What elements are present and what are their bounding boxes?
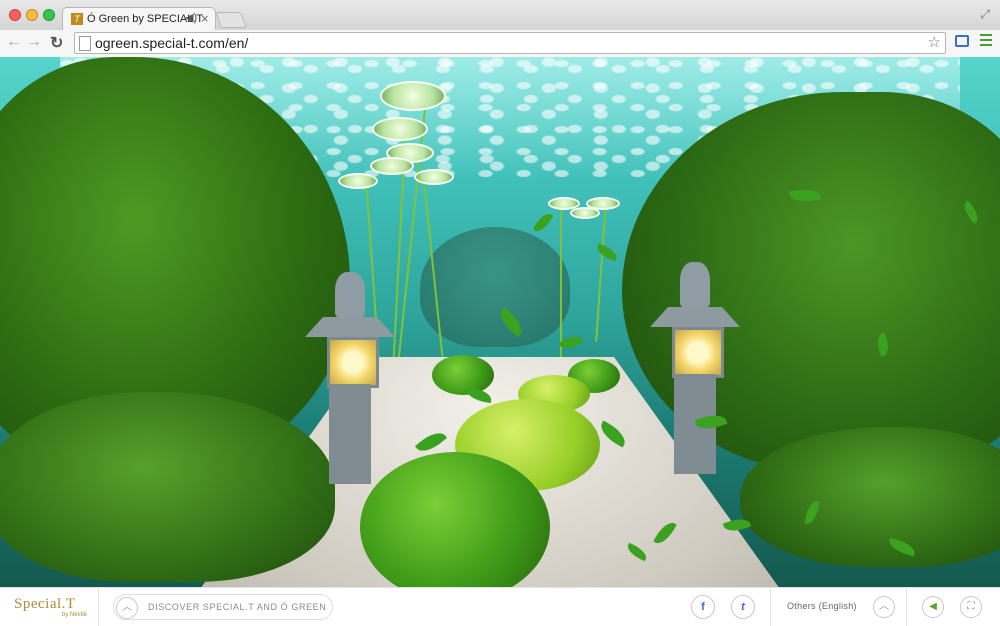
- bookmark-star-icon[interactable]: ☆: [928, 33, 941, 51]
- lantern-light: [327, 337, 379, 388]
- speaker-icon[interactable]: ◀): [185, 11, 197, 24]
- fullscreen-arrows-icon[interactable]: ⤢: [980, 7, 990, 22]
- reload-icon[interactable]: ↻: [50, 33, 63, 53]
- forward-arrow-icon[interactable]: →: [26, 33, 42, 51]
- nestle-sublogo: by Nestlé: [62, 612, 88, 618]
- stone-lantern-right[interactable]: [650, 252, 740, 474]
- cast-icon[interactable]: [955, 35, 969, 47]
- special-t-logo[interactable]: Special.T: [14, 596, 76, 613]
- divider: [98, 588, 99, 626]
- discover-button[interactable]: ︿ DISCOVER SPECIAL.T AND Ó GREEN: [113, 594, 333, 620]
- facebook-button[interactable]: f: [691, 595, 715, 619]
- lily-pad: [414, 169, 454, 185]
- divider: [770, 588, 771, 626]
- floating-leaf: [594, 243, 620, 262]
- sound-toggle-icon[interactable]: ◀: [922, 596, 944, 618]
- mossy-rock-right-bottom: [740, 427, 1000, 567]
- window-close-button[interactable]: [9, 9, 21, 21]
- hamburger-menu-icon[interactable]: [980, 34, 992, 49]
- underwater-garden-scene[interactable]: [0, 57, 1000, 587]
- divider: [906, 588, 907, 626]
- page-icon: [79, 36, 91, 51]
- chevron-up-icon[interactable]: ︿: [116, 597, 138, 619]
- fullscreen-icon[interactable]: ⛶: [960, 596, 982, 618]
- browser-toolbar: ← → ↻ ogreen.special-t.com/en/ ☆: [0, 30, 1000, 58]
- site-footer: Special.T by Nestlé ︿ DISCOVER SPECIAL.T…: [0, 587, 1000, 626]
- floating-leaf: [558, 332, 584, 353]
- small-bush: [432, 355, 494, 395]
- lily-pad: [370, 157, 414, 175]
- browser-tab[interactable]: T Ó Green by SPECIAL.T ◀) ×: [62, 7, 216, 31]
- language-selector[interactable]: Others (English): [787, 601, 857, 611]
- language-chevron-up-icon[interactable]: ︿: [873, 596, 895, 618]
- lantern-light: [672, 327, 724, 378]
- discover-label: DISCOVER SPECIAL.T AND Ó GREEN: [148, 602, 327, 612]
- floating-leaf: [532, 210, 554, 235]
- address-bar[interactable]: ogreen.special-t.com/en/ ☆: [74, 32, 946, 54]
- close-icon[interactable]: ×: [201, 11, 209, 26]
- lily-pad: [338, 173, 378, 189]
- plant-stem: [595, 202, 607, 342]
- special-t-favicon-icon: T: [71, 13, 83, 25]
- window-minimize-button[interactable]: [26, 9, 38, 21]
- lily-pad: [372, 117, 428, 141]
- back-arrow-icon[interactable]: ←: [6, 33, 22, 51]
- twitter-button[interactable]: t: [731, 595, 755, 619]
- lily-pad: [570, 207, 600, 219]
- window-zoom-button[interactable]: [43, 9, 55, 21]
- lily-pad: [380, 81, 446, 111]
- stone-lantern-left[interactable]: [305, 262, 395, 484]
- browser-titlebar: T Ó Green by SPECIAL.T ◀) × ⤢: [0, 0, 1000, 31]
- new-tab-button[interactable]: [215, 12, 247, 28]
- url-text[interactable]: ogreen.special-t.com/en/: [95, 35, 248, 51]
- background-rock: [420, 227, 570, 347]
- plant-stem: [560, 207, 562, 357]
- mossy-rock-left-bottom: [0, 392, 335, 582]
